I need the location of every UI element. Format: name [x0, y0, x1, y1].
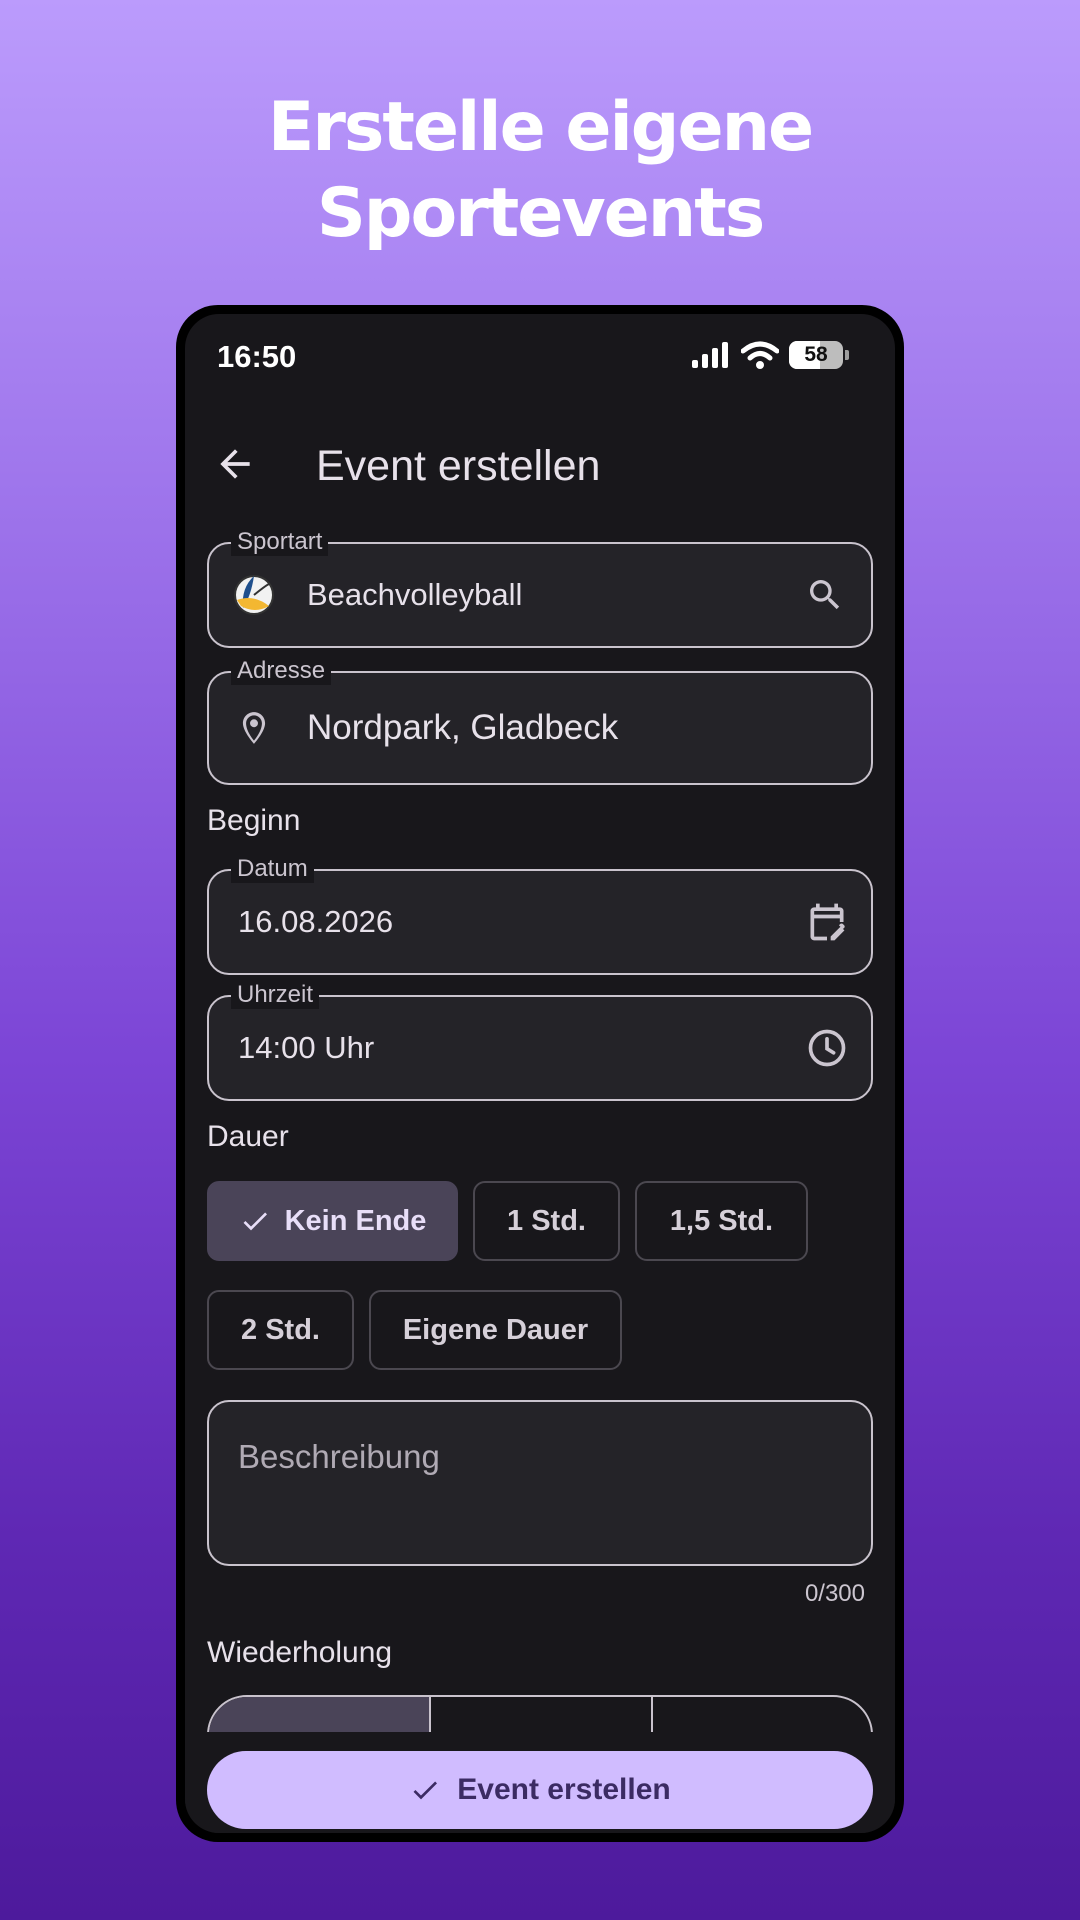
chip-label: 2 Std. — [241, 1313, 320, 1346]
arrow-back-icon[interactable] — [213, 442, 257, 486]
headline-line-1: Erstelle eigene — [267, 88, 814, 167]
calendar-edit-icon[interactable] — [805, 900, 849, 944]
signal-icon — [692, 342, 728, 368]
address-field-value: Nordpark, Gladbeck — [307, 708, 619, 747]
location-pin-icon — [242, 712, 266, 744]
sport-field-label: Sportart — [231, 528, 329, 556]
create-event-label: Event erstellen — [457, 1773, 671, 1806]
chip-1-5-hours[interactable]: 1,5 Std. — [635, 1181, 808, 1261]
clock-icon[interactable] — [805, 1026, 849, 1070]
chip-1-hour[interactable]: 1 Std. — [473, 1181, 620, 1261]
create-event-button[interactable]: Event erstellen — [207, 1751, 873, 1829]
description-placeholder: Beschreibung — [238, 1438, 440, 1475]
page-title: Event erstellen — [316, 442, 601, 490]
status-time: 16:50 — [217, 339, 297, 374]
app-screen: 16:50 58 Event erstellen Sportart Beachv… — [185, 314, 895, 1833]
phone-frame: 16:50 58 Event erstellen Sportart Beachv… — [176, 305, 904, 1842]
date-field[interactable]: Datum 16.08.2026 — [207, 855, 873, 975]
chip-no-end[interactable]: Kein Ende — [207, 1181, 458, 1261]
time-field-value: 14:00 Uhr — [238, 1030, 375, 1065]
chip-label: 1,5 Std. — [669, 1204, 774, 1237]
section-label-duration: Dauer — [207, 1120, 289, 1153]
chip-2-hours[interactable]: 2 Std. — [207, 1290, 354, 1370]
check-icon — [413, 1781, 438, 1800]
description-counter: 0/300 — [804, 1580, 865, 1607]
sport-field-value: Beachvolleyball — [307, 577, 523, 612]
search-icon[interactable] — [805, 575, 845, 615]
wifi-icon — [741, 341, 779, 369]
sport-field[interactable]: Sportart Beachvolleyball — [207, 528, 873, 648]
time-field-label: Uhrzeit — [231, 981, 320, 1009]
battery-indicator: 58 — [789, 341, 849, 369]
app-bar: Event erstellen — [185, 424, 895, 504]
headline: Erstelle eigene Sportevents — [0, 85, 1080, 257]
status-bar: 16:50 58 — [185, 314, 895, 394]
headline-line-2: Sportevents — [316, 174, 765, 253]
status-icons: 58 — [691, 341, 849, 369]
address-field-label: Adresse — [231, 657, 332, 685]
date-field-label: Datum — [231, 855, 314, 883]
chip-custom-duration[interactable]: Eigene Dauer — [369, 1290, 622, 1370]
date-field-value: 16.08.2026 — [238, 904, 394, 939]
address-field[interactable]: Adresse Nordpark, Gladbeck — [207, 657, 873, 785]
volleyball-icon — [234, 575, 274, 615]
chip-label: Kein Ende — [284, 1204, 427, 1237]
chip-label: Eigene Dauer — [402, 1313, 589, 1346]
description-input[interactable]: Beschreibung — [207, 1400, 873, 1566]
check-icon — [243, 1212, 267, 1231]
time-field[interactable]: Uhrzeit 14:00 Uhr — [207, 981, 873, 1101]
section-label-start: Beginn — [207, 804, 301, 837]
section-label-repeat: Wiederholung — [207, 1636, 393, 1669]
chip-label: 1 Std. — [507, 1204, 586, 1237]
